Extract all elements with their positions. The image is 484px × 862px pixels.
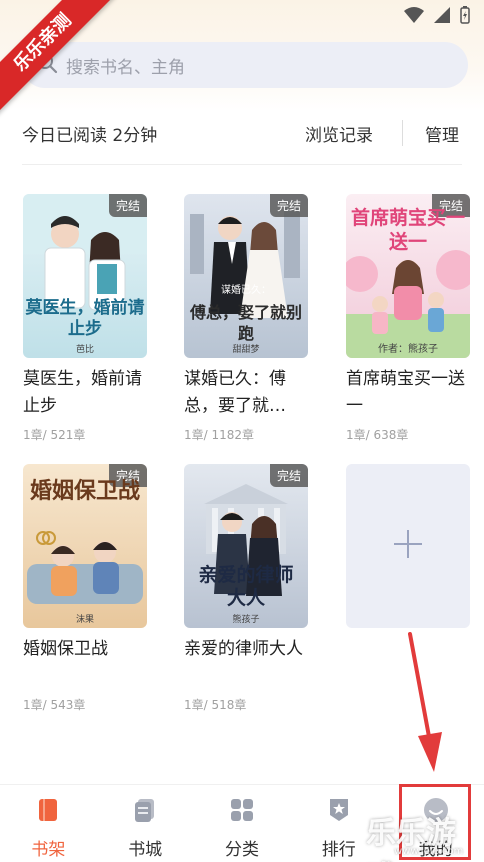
completed-badge: 完结 (269, 194, 308, 217)
book-cover[interactable]: 完结 谋婚已久： 傅总，娶了就别跑 甜甜梦 (184, 194, 308, 358)
completed-badge: 完结 (108, 194, 147, 217)
ranking-icon (326, 797, 352, 827)
browse-history-link[interactable]: 浏览记录 (305, 121, 373, 146)
search-input[interactable]: 搜索书名、主角 (22, 42, 468, 88)
book-progress: 1章/ 1182章 (184, 428, 255, 442)
book-item[interactable]: 完结 亲爱的律师大人 熊孩子 亲爱的律师大人 1章/ 518章 (184, 464, 308, 713)
book-item[interactable]: 完结 莫医生，婚前请止步 芭比 莫医生，婚前请止步 1章/ 521章 (23, 194, 147, 443)
cover-author: 沫果 (75, 615, 94, 625)
search-placeholder: 搜索书名、主角 (66, 57, 185, 78)
cover-title: 傅总，娶了就别跑 (190, 303, 303, 343)
tab-label: 分类 (224, 840, 259, 860)
tab-category[interactable]: 分类 (194, 785, 291, 862)
cover-author: 芭比 (75, 345, 94, 355)
completed-badge: 完结 (269, 464, 308, 487)
book-cover[interactable]: 完结 婚姻保卫战 沫果 (23, 464, 147, 628)
book-item[interactable]: 完结 谋婚已久： 傅总，娶了就别跑 甜甜梦 谋婚已久：傅总，要了就… 1章/ 1… (184, 194, 308, 443)
cover-title: 莫医生，婚前请止步 (25, 298, 145, 339)
tab-bookshelf[interactable]: 书架 (0, 785, 97, 862)
cover-subtitle: 谋婚已久： (221, 285, 271, 296)
divider (402, 120, 403, 146)
book-cover[interactable]: 完结 亲爱的律师大人 熊孩子 (184, 464, 308, 628)
cover-author: 作者：熊孩子 (378, 344, 438, 355)
book-title: 亲爱的律师大人 (184, 639, 303, 659)
cover-title: 首席萌宝买一送一 (350, 207, 465, 253)
book-title: 谋婚已久：傅总，要了就… (184, 369, 286, 416)
book-cover[interactable]: 完结 首席萌宝买一送一 作者：熊孩子 (346, 194, 470, 358)
cover-title: 婚姻保卫战 (29, 479, 140, 504)
book-cover[interactable]: 完结 莫医生，婚前请止步 芭比 (23, 194, 147, 358)
book-item[interactable]: 完结 首席萌宝买一送一 作者：熊孩子 首席萌宝买一送一 1章/ 638章 (346, 194, 470, 443)
cover-title: 亲爱的律师大人 (198, 564, 294, 609)
book-progress: 1章/ 518章 (184, 698, 247, 712)
divider (22, 164, 462, 165)
category-icon (229, 797, 255, 827)
reading-summary-row: 今日已阅读 2分钟 浏览记录 管理 (0, 110, 484, 156)
tab-label: 书架 (31, 840, 66, 860)
add-book-button[interactable] (346, 464, 470, 628)
battery-icon (460, 6, 470, 28)
cover-author: 熊孩子 (232, 615, 260, 625)
today-reading-time: 今日已阅读 2分钟 (22, 125, 158, 146)
book-progress: 1章/ 521章 (23, 428, 86, 442)
tab-label: 书城 (128, 840, 163, 860)
book-title: 莫医生，婚前请止步 (23, 369, 142, 416)
signal-icon (434, 7, 450, 27)
annotation-arrow (408, 632, 442, 772)
book-title: 婚姻保卫战 (23, 639, 108, 659)
cover-author: 甜甜梦 (232, 345, 260, 355)
book-progress: 1章/ 638章 (346, 428, 409, 442)
book-item[interactable]: 完结 婚姻保卫战 沫果 婚姻保卫战 1章/ 543章 (23, 464, 147, 713)
plus-icon (392, 528, 424, 564)
book-title: 首席萌宝买一送一 (346, 369, 465, 416)
book-progress: 1章/ 543章 (23, 698, 86, 712)
manage-link[interactable]: 管理 (425, 121, 459, 146)
wifi-icon (404, 7, 424, 27)
bookshelf-icon (35, 797, 61, 827)
bookstore-icon (132, 797, 158, 827)
tab-label: 排行 (321, 840, 356, 860)
tab-bookstore[interactable]: 书城 (97, 785, 194, 862)
watermark-url: www.lele.com (394, 846, 464, 857)
